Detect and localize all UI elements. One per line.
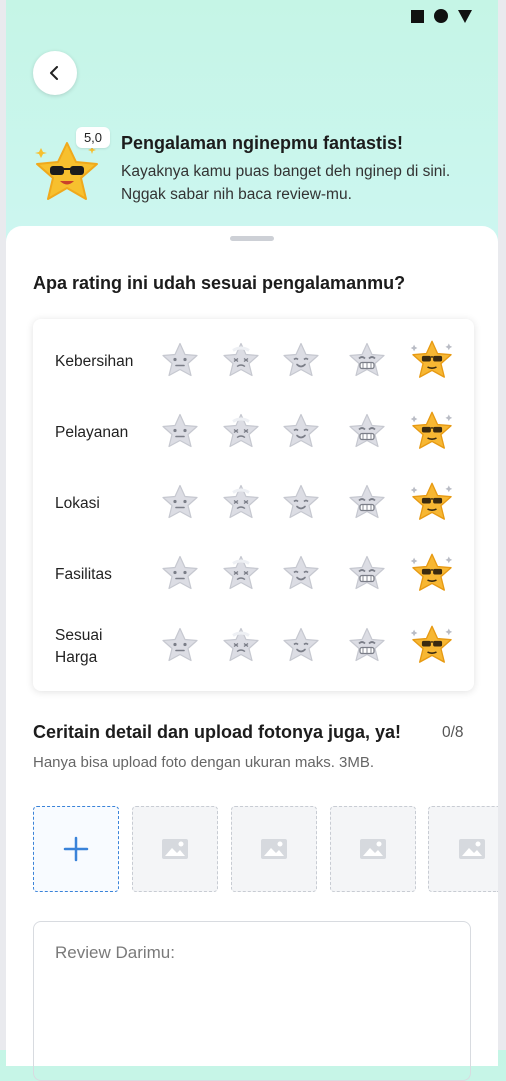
sweaty-star-face-icon[interactable] xyxy=(221,554,261,597)
photo-slot xyxy=(132,806,218,892)
photo-counter: 0/8 xyxy=(442,724,464,741)
review-placeholder: Review Darimu: xyxy=(55,943,175,962)
sunglasses-star-face-icon[interactable] xyxy=(410,551,455,599)
sunglasses-star-mascot-icon xyxy=(35,142,98,200)
add-photo-button[interactable] xyxy=(33,806,119,892)
grinning-star-face-icon[interactable] xyxy=(347,483,387,526)
triangle-icon xyxy=(458,9,472,23)
sweaty-star-face-icon[interactable] xyxy=(221,626,261,669)
sunglasses-star-face-icon[interactable] xyxy=(410,623,455,671)
grinning-star-face-icon[interactable] xyxy=(347,412,387,455)
plain-star-face-icon[interactable] xyxy=(160,626,200,669)
smiling-star-face-icon[interactable] xyxy=(281,626,321,669)
bottom-sheet: Apa rating ini udah sesuai pengalamanmu?… xyxy=(6,226,498,1081)
plain-star-face-icon[interactable] xyxy=(160,483,200,526)
right-frame xyxy=(498,0,506,1050)
sunglasses-star-face-icon[interactable] xyxy=(410,409,455,457)
sheet-drag-handle[interactable] xyxy=(230,236,274,241)
rating-row: Fasilitas xyxy=(33,540,474,610)
rating-question: Apa rating ini udah sesuai pengalamanmu? xyxy=(33,273,406,293)
smiling-star-face-icon[interactable] xyxy=(281,554,321,597)
hero-title: Pengalaman nginepmu fantastis! xyxy=(121,133,404,153)
image-placeholder-icon xyxy=(458,839,485,859)
grinning-star-face-icon[interactable] xyxy=(347,626,387,669)
circle-icon xyxy=(434,9,448,23)
rating-row: Kebersihan xyxy=(33,327,474,397)
grinning-star-face-icon[interactable] xyxy=(347,554,387,597)
photo-slot xyxy=(231,806,317,892)
sweaty-star-face-icon[interactable] xyxy=(221,412,261,455)
grinning-star-face-icon[interactable] xyxy=(347,341,387,384)
plain-star-face-icon[interactable] xyxy=(160,412,200,455)
square-icon xyxy=(411,9,424,23)
smiling-star-face-icon[interactable] xyxy=(281,483,321,526)
image-placeholder-icon xyxy=(360,839,386,859)
rating-row-label: Kebersihan xyxy=(55,353,134,370)
rating-row: Lokasi xyxy=(33,469,474,539)
sunglasses-star-face-icon[interactable] xyxy=(410,480,455,528)
rating-row: Pelayanan xyxy=(33,398,474,468)
rating-row-label: Fasilitas xyxy=(55,566,112,583)
rating-row-label: Sesuai Harga xyxy=(55,627,103,666)
review-textarea[interactable]: Review Darimu: xyxy=(33,921,471,1081)
smiling-star-face-icon[interactable] xyxy=(281,341,321,384)
smiling-star-face-icon[interactable] xyxy=(281,412,321,455)
sunglasses-star-face-icon[interactable] xyxy=(410,338,455,386)
sweaty-star-face-icon[interactable] xyxy=(221,483,261,526)
image-placeholder-icon xyxy=(261,839,287,859)
image-placeholder-icon xyxy=(162,839,188,859)
hero-subtitle: Kayaknya kamu puas banget deh nginep di … xyxy=(121,163,451,203)
plus-icon xyxy=(63,836,89,862)
upload-title: Ceritain detail dan upload fotonya juga,… xyxy=(33,722,402,742)
upload-hint: Hanya bisa upload foto dengan ukuran mak… xyxy=(33,754,375,771)
photo-slot xyxy=(330,806,416,892)
rating-card: Kebersihan Pelayanan Lokasi Fasilitas Sesuai… xyxy=(33,319,474,691)
sweaty-star-face-icon[interactable] xyxy=(221,341,261,384)
plain-star-face-icon[interactable] xyxy=(160,554,200,597)
rating-row-label: Lokasi xyxy=(55,495,100,512)
rating-row: Sesuai Harga xyxy=(33,612,474,682)
photo-slot xyxy=(428,806,498,892)
rating-row-label: Pelayanan xyxy=(55,424,129,441)
chevron-left-icon xyxy=(50,66,58,80)
score-badge: 5,0 xyxy=(76,127,110,148)
plain-star-face-icon[interactable] xyxy=(160,341,200,384)
status-bar xyxy=(411,9,472,23)
back-button[interactable] xyxy=(33,51,77,95)
